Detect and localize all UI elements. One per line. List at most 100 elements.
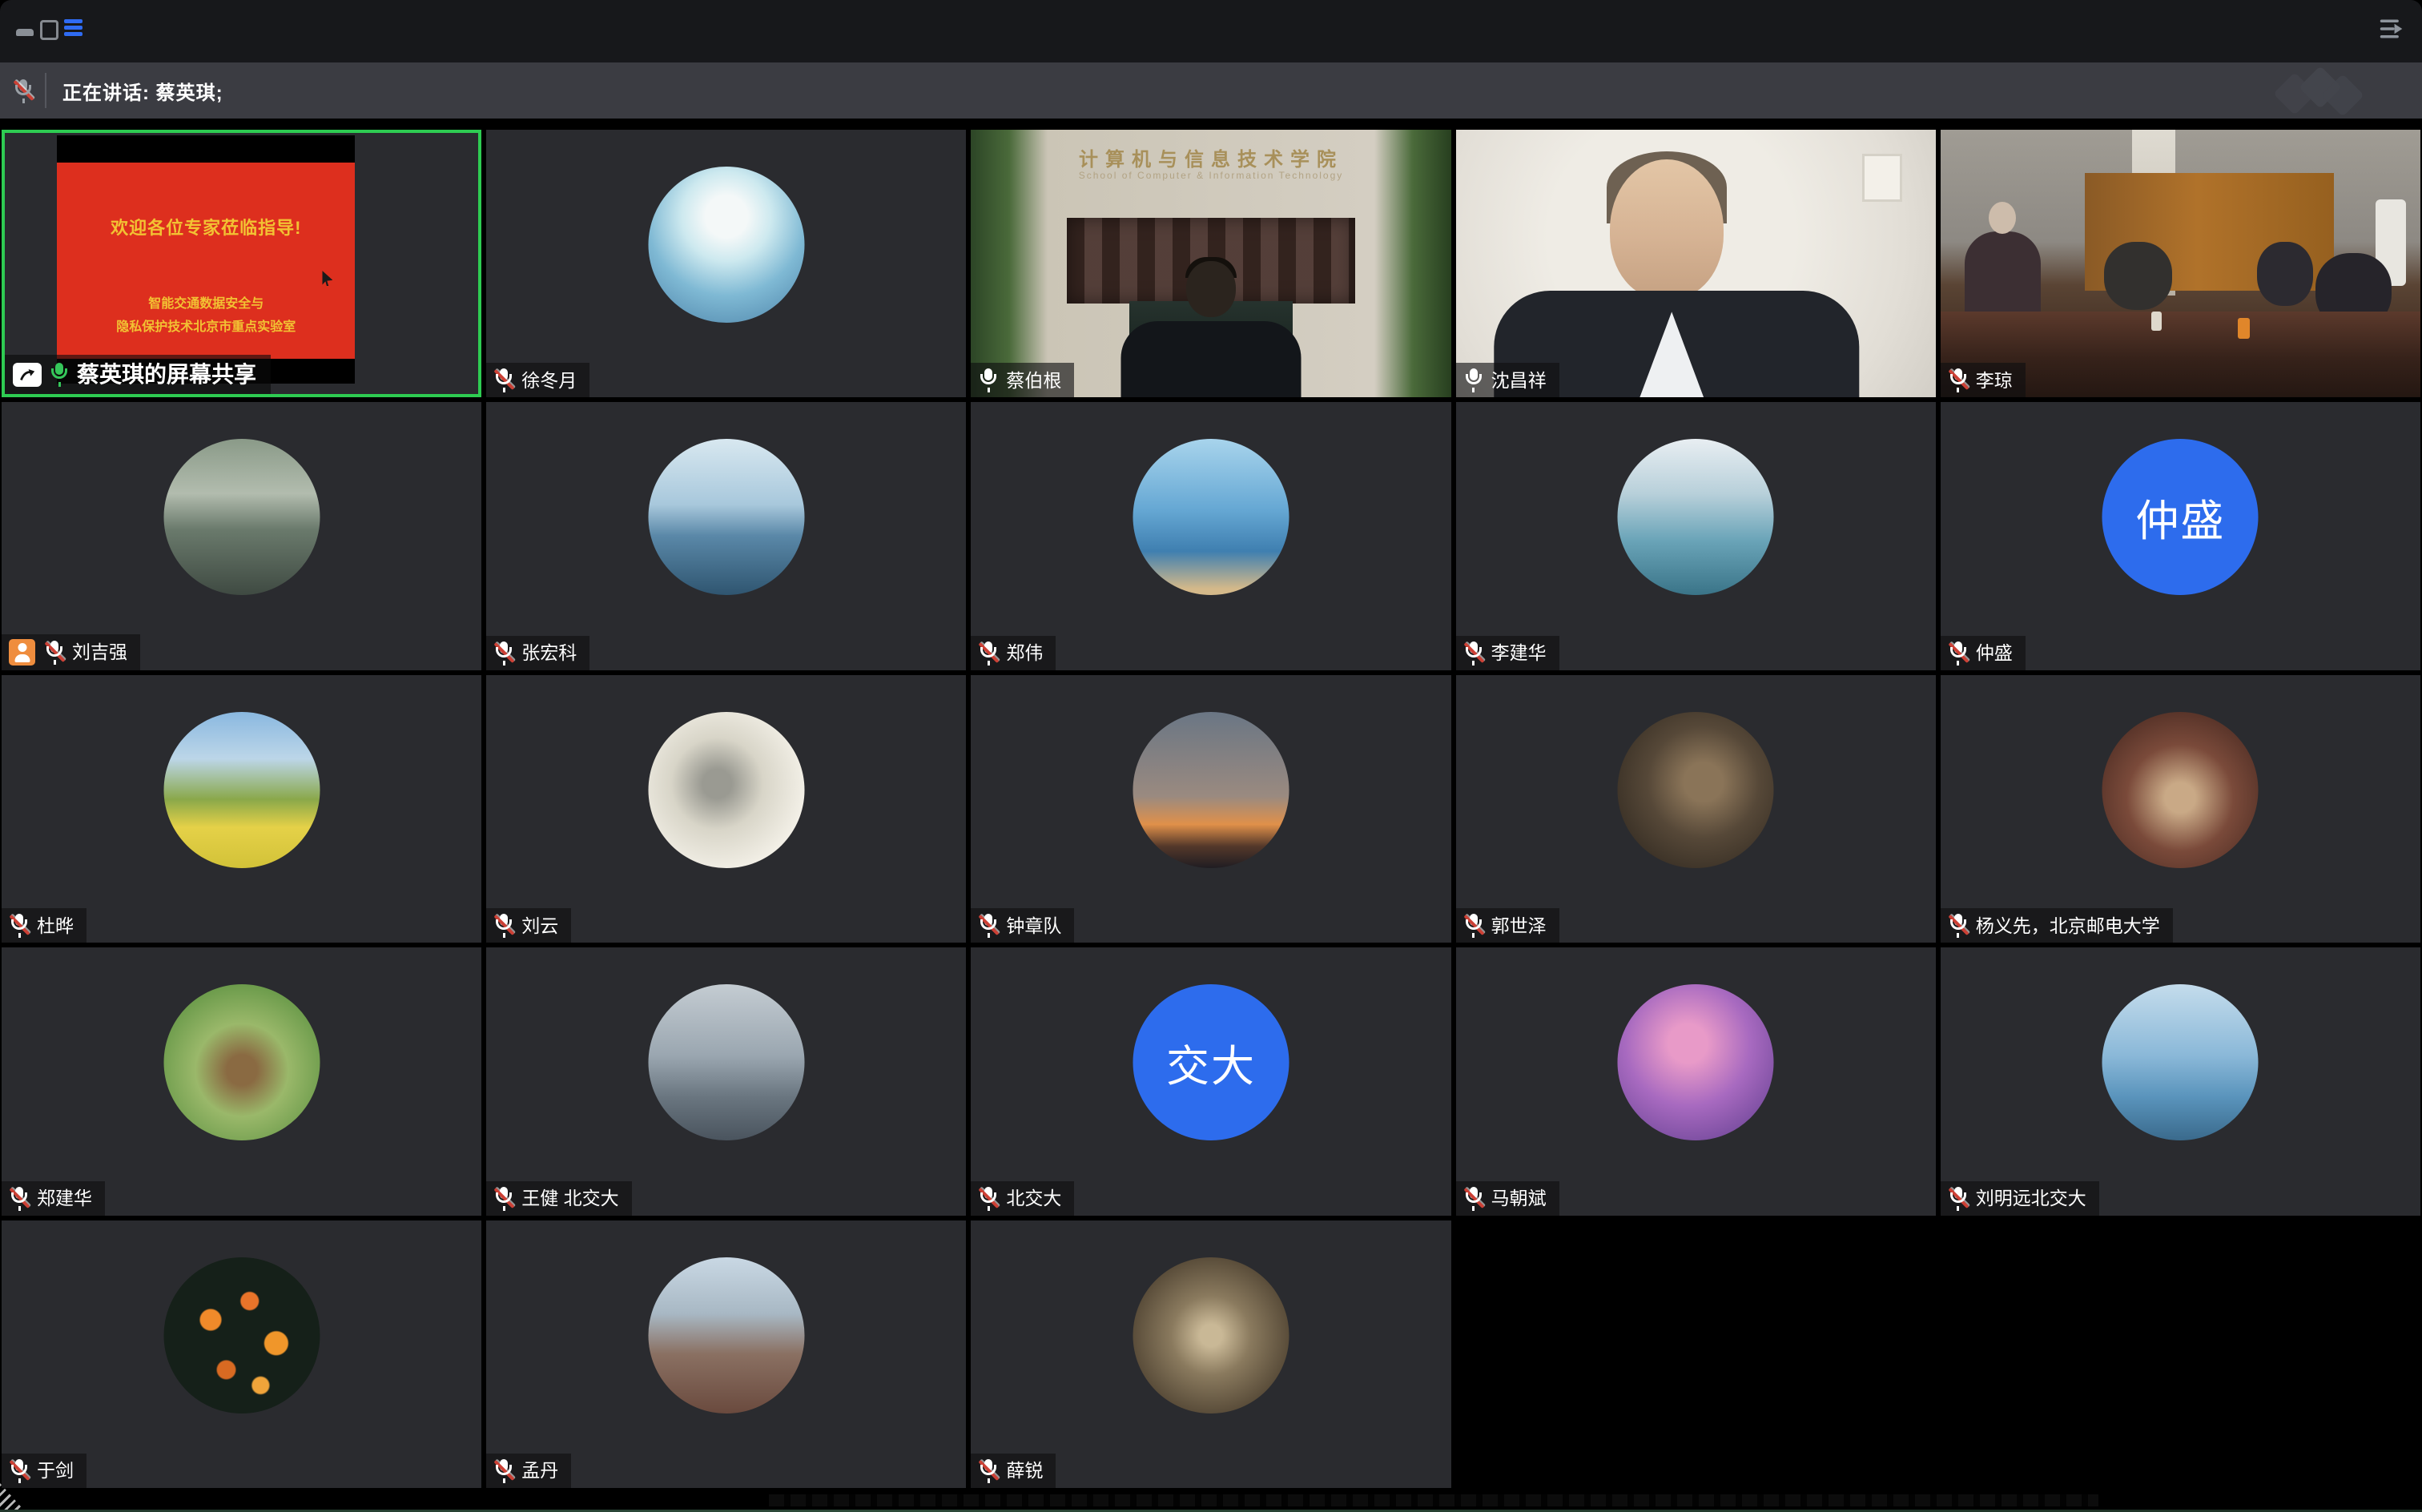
participant-name: 郭世泽 [1491, 914, 1547, 938]
tile-participant[interactable]: 孟丹 [486, 1220, 966, 1488]
bottom-strip [0, 1488, 2422, 1512]
tile-participant[interactable]: 刘云 [486, 675, 966, 943]
tile-participant[interactable]: 王健 北交大 [486, 947, 966, 1215]
tile-participant[interactable]: 郭世泽 [1456, 675, 1936, 943]
initials-text: 仲盛 [2135, 485, 2225, 549]
mic-muted-icon [1948, 368, 1969, 392]
tile-participant[interactable]: 交大 北交大 [971, 947, 1450, 1215]
person-silhouette [1120, 321, 1301, 397]
tile-participant[interactable]: 马朝斌 [1456, 947, 1936, 1215]
tile-participant[interactable]: 徐冬月 [486, 130, 966, 397]
participant-label: 郑伟 [971, 636, 1056, 670]
tile-participant[interactable]: 李建华 [1456, 402, 1936, 670]
mic-muted-icon [493, 1186, 514, 1211]
tile-participant[interactable]: 李琼 [1941, 130, 2420, 397]
watermark-logo-icon [2270, 69, 2366, 114]
tile-participant[interactable]: 薛锐 [971, 1220, 1450, 1488]
avatar [648, 1257, 804, 1413]
menu-icon[interactable] [64, 19, 82, 37]
cup [2238, 318, 2250, 339]
speaking-banner: 正在讲话: 蔡英琪; [0, 62, 2422, 119]
tile-participant[interactable]: 计算机与信息技术学院 School of Computer & Informat… [971, 130, 1450, 397]
slide-subtitle-1: 智能交通数据安全与 [57, 292, 355, 312]
avatar [1618, 984, 1774, 1140]
participant-name: 李建华 [1491, 641, 1547, 665]
participant-label: 刘吉强 [2, 634, 140, 670]
tile-participant[interactable]: 杜晔 [2, 675, 481, 943]
person-silhouette [1989, 202, 2016, 234]
participant-label: 杨义先，北京邮电大学 [1941, 908, 2173, 943]
maximize-icon[interactable] [40, 20, 58, 40]
participant-label: 李琼 [1941, 363, 2026, 397]
tile-participant[interactable]: 郑建华 [2, 947, 481, 1215]
tile-participant[interactable]: 钟章队 [971, 675, 1450, 943]
mic-muted-icon [978, 1458, 999, 1483]
participant-label: 刘明远北交大 [1941, 1181, 2099, 1216]
mic-muted-icon [493, 1458, 514, 1483]
participant-name: 仲盛 [1976, 641, 2013, 665]
mic-muted-icon [493, 368, 514, 392]
avatar [2102, 712, 2259, 868]
participant-label: 马朝斌 [1456, 1181, 1559, 1216]
avatar [1618, 712, 1774, 868]
minimize-icon[interactable] [16, 29, 34, 36]
participant-label: 北交大 [971, 1181, 1074, 1216]
meeting-window: 正在讲话: 蔡英琪; 欢迎各位专家莅临指导! 智能交通数据安全与 隐私保护技术北… [0, 0, 2422, 1512]
participant-label: 王健 北交大 [486, 1181, 631, 1216]
participant-name: 北交大 [1006, 1186, 1061, 1210]
mic-muted-icon [1463, 1186, 1484, 1211]
tile-participant[interactable]: 张宏科 [486, 402, 966, 670]
speaking-now-text: 正在讲话: 蔡英琪; [62, 77, 223, 105]
mic-muted-icon [493, 913, 514, 938]
layout-switch-icon[interactable] [2379, 17, 2404, 41]
initials-avatar: 交大 [1133, 984, 1289, 1140]
participant-name: 于剑 [37, 1458, 74, 1482]
tile-participant[interactable]: 刘明远北交大 [1941, 947, 2420, 1215]
tile-participant[interactable]: 仲盛 仲盛 [1941, 402, 2420, 670]
mic-muted-icon [493, 641, 514, 666]
tile-screen-share[interactable]: 欢迎各位专家莅临指导! 智能交通数据安全与 隐私保护技术北京市重点实验室 蔡英琪… [2, 130, 481, 397]
mic-on-icon [49, 362, 70, 387]
video-frame: 计算机与信息技术学院 School of Computer & Informat… [971, 130, 1450, 397]
shared-slide: 欢迎各位专家莅临指导! 智能交通数据安全与 隐私保护技术北京市重点实验室 [57, 163, 355, 359]
participant-name: 马朝斌 [1491, 1186, 1547, 1210]
mic-muted-icon [1948, 641, 1969, 666]
participant-label: 于剑 [2, 1454, 86, 1488]
participant-name: 刘云 [521, 914, 558, 938]
avatar [2102, 984, 2259, 1140]
mic-muted-icon [1463, 913, 1484, 938]
avatar [1133, 1257, 1289, 1413]
tile-participant[interactable]: 杨义先，北京邮电大学 [1941, 675, 2420, 943]
participant-name: 郑建华 [37, 1186, 92, 1210]
participant-name: 张宏科 [521, 641, 577, 665]
avatar [648, 984, 804, 1140]
tile-participant[interactable]: 于剑 [2, 1220, 481, 1488]
participant-name: 蔡伯根 [1006, 368, 1061, 392]
tile-participant[interactable]: 郑伟 [971, 402, 1450, 670]
participant-grid: 欢迎各位专家莅临指导! 智能交通数据安全与 隐私保护技术北京市重点实验室 蔡英琪… [0, 119, 2422, 1488]
mic-muted-icon [978, 641, 999, 666]
mic-muted-icon [9, 1186, 30, 1211]
avatar [1133, 712, 1289, 868]
mic-muted-icon [1948, 913, 1969, 938]
person-silhouette [1610, 159, 1724, 300]
empty-cell [1941, 1220, 2420, 1488]
participant-name: 沈昌祥 [1491, 368, 1547, 392]
ghost-watermark [769, 1494, 2098, 1506]
mic-on-icon [978, 368, 999, 392]
building-sign-en: School of Computer & Information Technol… [971, 170, 1450, 181]
person-silhouette [1186, 261, 1236, 317]
cup [2151, 312, 2162, 331]
participant-label: 张宏科 [486, 636, 589, 670]
mic-muted-icon [9, 1458, 30, 1483]
participant-label: 钟章队 [971, 908, 1074, 943]
tile-participant[interactable]: 沈昌祥 [1456, 130, 1936, 397]
mic-muted-icon [978, 1186, 999, 1211]
tile-participant[interactable]: 刘吉强 [2, 402, 481, 670]
participant-name: 徐冬月 [521, 368, 577, 392]
mic-muted-icon [1463, 641, 1484, 666]
video-frame [1456, 130, 1936, 397]
person-silhouette [2104, 242, 2172, 310]
avatar [648, 167, 804, 323]
screen-share-icon [13, 363, 42, 387]
